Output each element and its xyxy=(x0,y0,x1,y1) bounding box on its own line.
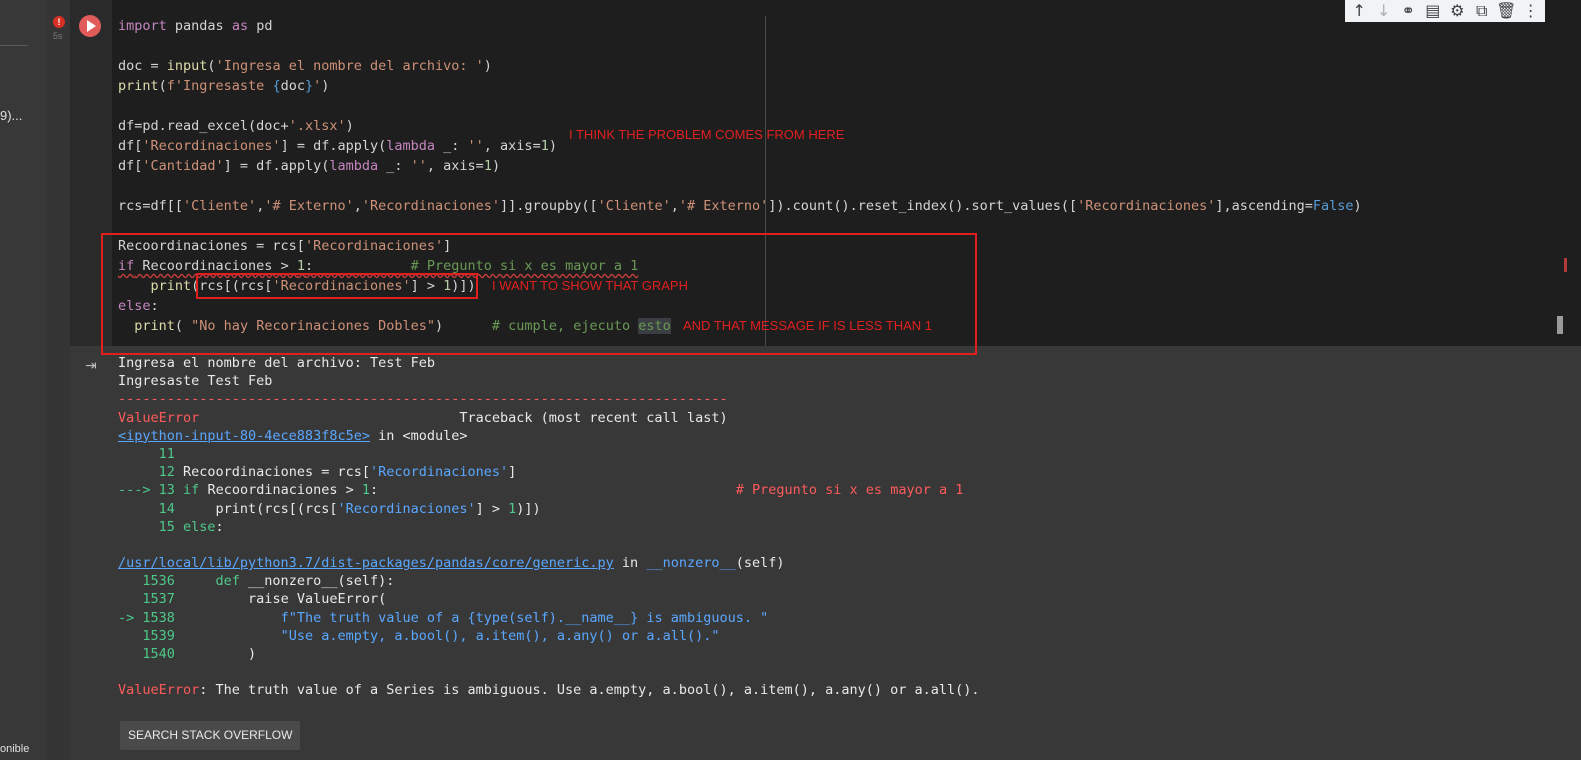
sidebar-truncated-item[interactable]: 9)... xyxy=(0,108,22,123)
code-line: print(f'Ingresaste {doc}') xyxy=(118,78,330,94)
comment-icon[interactable]: ▤ xyxy=(1423,1,1444,21)
error-badge-icon: ! xyxy=(53,16,65,28)
output-line: 15 else: xyxy=(118,518,224,535)
output-line: <ipython-input-80-4ece883f8c5e> in <modu… xyxy=(118,427,468,444)
output-menu-icon[interactable]: ⇥ xyxy=(85,358,101,374)
output-line: 1540 ) xyxy=(118,646,257,662)
search-stack-overflow-button[interactable]: SEARCH STACK OVERFLOW xyxy=(120,721,301,750)
output-line: 1537 raise ValueError( xyxy=(118,591,387,608)
more-icon[interactable]: ⋮ xyxy=(1521,1,1542,21)
output-line: 12 Recoordinaciones = rcs['Recordinacion… xyxy=(118,464,517,481)
highlight-box-print xyxy=(196,273,478,299)
cell-toolbar: ↑ ↓ ⚭ ▤ ⚙ ⧉ 🗑 ⋮ xyxy=(1345,0,1545,22)
left-sidebar: 9)... onible xyxy=(0,0,46,760)
arrow-up-icon[interactable]: ↑ xyxy=(1349,1,1370,21)
code-line: df['Cantidad'] = df.apply(lambda _: '', … xyxy=(118,158,501,174)
output-line: ---> 13 if Recoordinaciones > 1: # Pregu… xyxy=(118,482,964,499)
output-line: 1539 "Use a.empty, a.bool(), a.item(), a… xyxy=(118,627,720,644)
output-line: ValueError: The truth value of a Series … xyxy=(118,682,980,699)
sidebar-divider xyxy=(0,45,28,46)
traceback-link[interactable]: <ipython-input-80-4ece883f8c5e> xyxy=(118,428,370,444)
execution-time: 5s xyxy=(53,31,63,41)
output-line: 11 xyxy=(118,445,175,462)
annotation-problem: I THINK THE PROBLEM COMES FROM HERE xyxy=(569,127,845,142)
code-line: doc = input('Ingresa el nombre del archi… xyxy=(118,58,492,74)
code-line: rcs=df[['Cliente','# Externo','Recordina… xyxy=(118,198,1362,214)
output-line: -> 1538 f"The truth value of a {type(sel… xyxy=(118,609,769,626)
link-icon[interactable]: ⚭ xyxy=(1398,1,1419,21)
output-line: ValueError Traceback (most recent call l… xyxy=(118,409,728,426)
sidebar-bottom-label: onible xyxy=(0,743,30,755)
cell-left-margin xyxy=(46,0,70,760)
error-marker xyxy=(1564,258,1567,272)
run-cell-button[interactable] xyxy=(79,15,101,37)
editor-scrollbar[interactable] xyxy=(1557,316,1563,334)
gear-icon[interactable]: ⚙ xyxy=(1447,1,1468,21)
mirror-cell-icon[interactable]: ⧉ xyxy=(1472,1,1493,21)
output-line: 14 print(rcs[(rcs['Recordinaciones'] > 1… xyxy=(118,500,541,517)
output-line: Ingresa el nombre del archivo: Test Feb xyxy=(118,355,435,371)
cell-output: Ingresa el nombre del archivo: Test Feb … xyxy=(118,354,980,700)
output-line: 1536 def __nonzero__(self): xyxy=(118,573,395,590)
code-line: import pandas as pd xyxy=(118,18,273,34)
arrow-down-icon[interactable]: ↓ xyxy=(1374,1,1395,21)
output-line: ----------------------------------------… xyxy=(118,391,728,408)
output-line: /usr/local/lib/python3.7/dist-packages/p… xyxy=(118,555,785,572)
delete-icon[interactable]: 🗑 xyxy=(1496,1,1517,21)
output-line: Ingresaste Test Feb xyxy=(118,373,273,390)
traceback-file-link[interactable]: /usr/local/lib/python3.7/dist-packages/p… xyxy=(118,555,614,571)
